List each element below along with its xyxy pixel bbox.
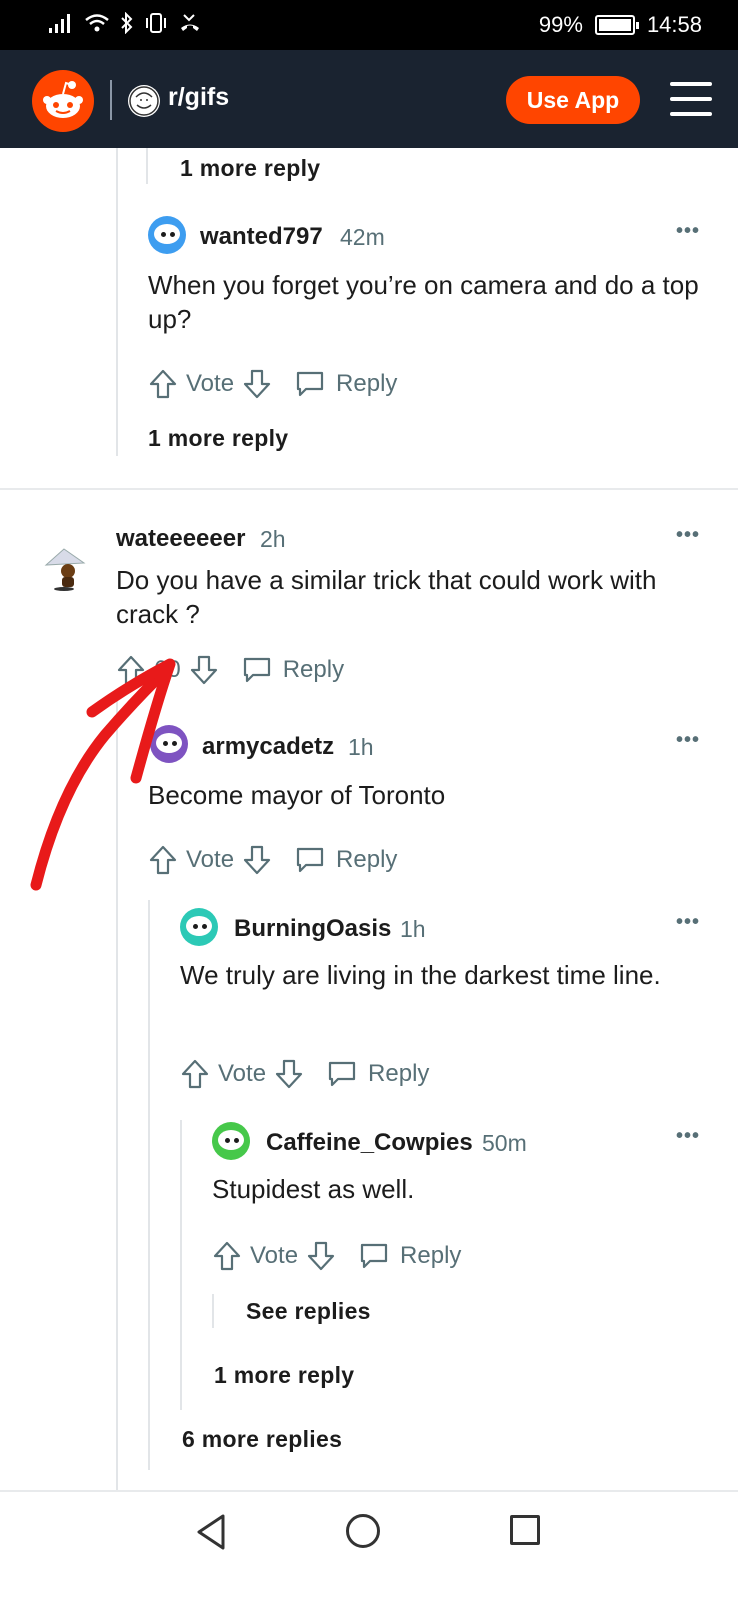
reddit-logo[interactable]: [32, 70, 94, 132]
upvote-icon[interactable]: [148, 844, 178, 876]
reply-label: Reply: [368, 1060, 430, 1087]
downvote-icon[interactable]: [274, 1058, 304, 1090]
comment-age: 2h: [260, 526, 286, 552]
reddit-snoo-icon: [43, 81, 83, 118]
subreddit-icon[interactable]: [128, 85, 160, 117]
comment-age: 50m: [482, 1130, 527, 1156]
upvote-icon[interactable]: [212, 1240, 242, 1272]
comment-username[interactable]: armycadetz: [202, 733, 334, 761]
comment-age: 42m: [340, 224, 385, 250]
more-replies-link[interactable]: 6 more replies: [182, 1426, 342, 1453]
more-options-icon[interactable]: •••: [676, 220, 700, 243]
reply-label: Reply: [400, 1242, 462, 1269]
reply-button[interactable]: Reply: [294, 369, 397, 399]
upvote-icon[interactable]: [180, 1058, 210, 1090]
vote-count: Vote: [186, 846, 235, 873]
section-divider: [0, 488, 738, 490]
avatar[interactable]: [180, 908, 218, 946]
comment-age: 1h: [348, 734, 374, 760]
downvote-icon[interactable]: [189, 654, 219, 686]
reply-button[interactable]: Reply: [358, 1241, 461, 1271]
comment-body: Become mayor of Toronto: [148, 780, 446, 810]
subreddit-name[interactable]: r/gifs: [168, 83, 229, 112]
reply-bubble-icon: [243, 657, 270, 683]
thread-line: [180, 1120, 182, 1410]
battery-fill: [598, 19, 631, 31]
comment-username[interactable]: wateeeeeer: [116, 525, 245, 553]
menu-icon[interactable]: [670, 80, 712, 118]
thread-line: [212, 1294, 214, 1328]
thread-line: [116, 148, 118, 456]
reply-label: Reply: [336, 370, 398, 397]
use-app-button[interactable]: Use App: [506, 76, 640, 124]
wifi-icon: [85, 14, 109, 32]
comment-actions: Vote Reply: [212, 1236, 461, 1276]
thread-line: [116, 700, 118, 1490]
recent-square-icon[interactable]: [510, 1515, 540, 1545]
bluetooth-icon: [121, 12, 133, 34]
reply-bubble-icon: [360, 1243, 388, 1269]
reply-bubble-icon: [296, 847, 324, 873]
reply-bubble-icon: [296, 371, 324, 397]
missed-call-icon: [181, 14, 199, 31]
vote-count: 60: [154, 656, 181, 683]
status-bar: 99% 14:58: [0, 0, 738, 50]
comment-body: We truly are living in the darkest time …: [180, 960, 661, 990]
downvote-icon[interactable]: [306, 1240, 336, 1272]
vibrate-icon: [146, 13, 166, 33]
upvote-icon[interactable]: [116, 654, 146, 686]
see-replies-link[interactable]: See replies: [246, 1298, 371, 1325]
avatar[interactable]: [40, 545, 88, 593]
thread-line: [146, 148, 148, 184]
home-circle-icon[interactable]: [346, 1514, 380, 1548]
status-icons-left: [48, 12, 202, 34]
reply-bubble-icon: [328, 1061, 356, 1087]
comment-actions: Vote Reply: [148, 364, 397, 404]
comment-body: Stupidest as well.: [212, 1174, 415, 1204]
upvote-icon[interactable]: [148, 368, 178, 400]
avatar[interactable]: [212, 1122, 250, 1160]
comment-actions: 60 Reply: [116, 650, 344, 690]
system-nav-bar: [0, 1490, 738, 1600]
comment-body: When you forget you’re on camera and do …: [148, 270, 699, 334]
vote-count: Vote: [186, 370, 235, 397]
battery-icon: [594, 15, 639, 35]
comment-username[interactable]: Caffeine_Cowpies: [266, 1129, 473, 1157]
signal-icon: [49, 14, 70, 33]
reply-button[interactable]: Reply: [294, 845, 397, 875]
more-replies-link[interactable]: 1 more reply: [148, 425, 288, 452]
comment-username[interactable]: wanted797: [200, 223, 323, 251]
comment-actions: Vote Reply: [180, 1054, 429, 1094]
vote-count: Vote: [218, 1060, 267, 1087]
avatar[interactable]: [148, 216, 186, 254]
reply-label: Reply: [282, 656, 345, 683]
app-header: r/gifs Use App: [0, 50, 738, 148]
comment-actions: Vote Reply: [148, 840, 397, 880]
header-divider: [110, 80, 112, 120]
downvote-icon[interactable]: [242, 368, 272, 400]
avatar[interactable]: [150, 725, 188, 763]
comment-age: 1h: [400, 916, 426, 942]
vote-count: Vote: [250, 1242, 299, 1269]
comment-body: Do you have a similar trick that could w…: [116, 565, 657, 629]
more-options-icon[interactable]: •••: [676, 1125, 700, 1148]
comment-username[interactable]: BurningOasis: [234, 915, 391, 943]
reply-button[interactable]: Reply: [241, 655, 344, 685]
clock: 14:58: [646, 12, 702, 37]
more-replies-link[interactable]: 1 more reply: [214, 1362, 354, 1389]
more-replies-link[interactable]: 1 more reply: [180, 155, 320, 182]
reply-button[interactable]: Reply: [326, 1059, 429, 1089]
more-options-icon[interactable]: •••: [676, 729, 700, 752]
back-triangle-icon[interactable]: [193, 1512, 229, 1552]
battery-percent: 99%: [538, 12, 583, 37]
more-options-icon[interactable]: •••: [676, 524, 700, 547]
more-options-icon[interactable]: •••: [676, 911, 700, 934]
thread-line: [148, 900, 150, 1470]
downvote-icon[interactable]: [242, 844, 272, 876]
status-icons-right: 99% 14:58: [539, 12, 702, 38]
reply-label: Reply: [336, 846, 398, 873]
